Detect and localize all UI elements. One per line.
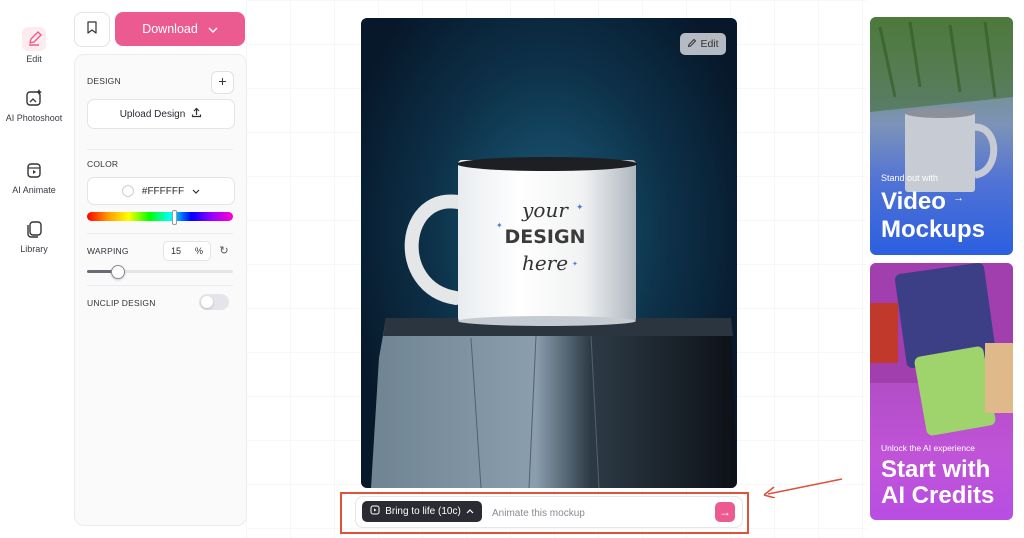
send-button[interactable]: → [715, 502, 735, 522]
warping-slider[interactable] [87, 265, 233, 279]
upload-icon [191, 107, 202, 121]
warping-input[interactable]: 15 % [163, 241, 211, 261]
warping-slider-knob[interactable] [110, 265, 125, 279]
chevron-down-icon [192, 186, 200, 197]
rail-item-label: Edit [26, 54, 42, 64]
ai-credits-ad[interactable]: Unlock the AI experience Start with AI C… [870, 263, 1013, 520]
chevron-down-icon [208, 22, 218, 36]
arrow-right-icon: → [953, 192, 964, 204]
design-section-label: DESIGN [87, 76, 121, 86]
animate-prompt-bar: Bring to life (10c) → [355, 496, 743, 528]
download-label: Download [142, 22, 198, 36]
plus-icon: + [218, 73, 227, 89]
divider [87, 233, 233, 234]
color-swatch [121, 185, 134, 197]
image-sparkle-icon [22, 86, 46, 110]
warping-unit: % [194, 246, 203, 256]
bookmark-button[interactable] [74, 12, 110, 47]
toggle-knob [201, 296, 213, 308]
mockup-preview: ✦ ✦ ✦ your DESIGN here Edit [361, 18, 737, 488]
warping-value: 15 [171, 246, 182, 256]
upload-design-label: Upload Design [119, 108, 186, 120]
pencil-icon [687, 38, 697, 51]
color-hex-value: #FFFFFF [141, 185, 185, 197]
unclip-design-label: UNCLIP DESIGN [87, 298, 156, 308]
annotation-arrow-icon [763, 478, 843, 498]
mug-text-your: your [522, 198, 568, 222]
hue-slider-thumb[interactable] [171, 210, 177, 225]
refresh-icon: ↻ [219, 245, 229, 257]
rail-item-label: AI Animate [12, 185, 56, 195]
bring-to-life-button[interactable]: Bring to life (10c) [362, 501, 482, 522]
pencil-icon [22, 27, 46, 51]
mug-text-here: here [521, 251, 569, 275]
rail-item-label: AI Photoshoot [5, 113, 63, 123]
ad2-headline-line2: AI Credits [881, 482, 995, 509]
video-sparkle-icon [22, 158, 46, 182]
ad1-headline-line2: Mockups [881, 216, 986, 243]
edit-mockup-button[interactable]: Edit [680, 33, 726, 55]
ad2-headline-line1: Start with [881, 456, 991, 483]
library-icon [22, 217, 46, 241]
ad1-headline-line1: Video [881, 188, 946, 215]
bring-to-life-label: Bring to life (10c) [385, 506, 461, 517]
rail-item-ai-animate[interactable]: AI Animate [0, 158, 68, 195]
rail-item-library[interactable]: Library [0, 217, 68, 254]
unclip-design-toggle[interactable] [199, 294, 229, 310]
left-rail: Edit AI Photoshoot AI Animate Library [0, 0, 68, 538]
ad2-tagline: Unlock the AI experience [881, 443, 976, 453]
add-design-button[interactable]: + [211, 71, 234, 94]
download-button[interactable]: Download [115, 12, 245, 46]
warping-section-label: WARPING [87, 246, 129, 256]
chevron-up-icon [466, 506, 474, 517]
video-mockups-ad[interactable]: Stand out with Video → Mockups [870, 17, 1013, 255]
animate-prompt-input[interactable] [490, 502, 714, 524]
design-settings-panel: DESIGN + Upload Design COLOR #FFFFFF WAR… [74, 54, 247, 526]
reset-warping-button[interactable]: ↻ [215, 242, 233, 260]
rail-item-ai-photoshoot[interactable]: AI Photoshoot [0, 86, 68, 123]
color-section-label: COLOR [87, 159, 119, 169]
upload-design-button[interactable]: Upload Design [87, 99, 235, 129]
bookmark-icon [86, 20, 98, 39]
video-sparkle-icon [370, 505, 380, 518]
arrow-right-icon: → [719, 505, 731, 519]
rail-item-edit[interactable]: Edit [0, 27, 68, 64]
divider [87, 149, 233, 150]
ad1-tagline: Stand out with [881, 173, 939, 183]
edit-mockup-label: Edit [700, 38, 719, 50]
mug-text-design: DESIGN [504, 226, 586, 248]
rail-item-label: Library [20, 244, 48, 254]
hue-slider[interactable] [87, 212, 233, 221]
color-picker-field[interactable]: #FFFFFF [87, 177, 235, 205]
divider [87, 285, 233, 286]
